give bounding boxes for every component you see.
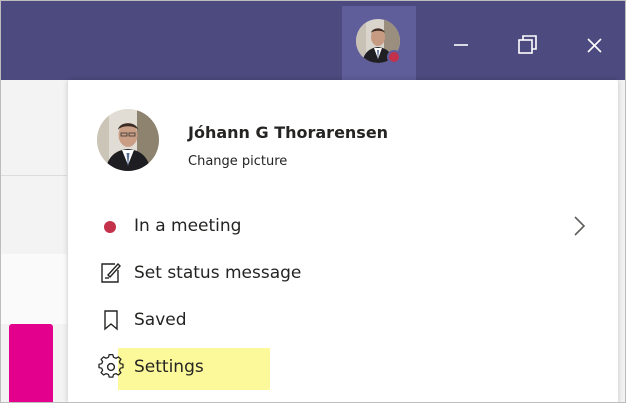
restore-button[interactable]	[497, 6, 557, 80]
app-window: Jóhann G Thorarensen Change picture In a…	[0, 0, 626, 403]
title-bar	[1, 1, 625, 80]
minimize-button[interactable]	[431, 6, 491, 80]
minimize-icon	[454, 44, 468, 46]
settings-label: Settings	[134, 357, 204, 377]
status-label: In a meeting	[134, 216, 242, 236]
profile-avatar-button[interactable]	[342, 6, 416, 80]
change-picture-link[interactable]: Change picture	[188, 154, 287, 169]
user-name: Jóhann G Thorarensen	[188, 123, 389, 142]
profile-avatar[interactable]	[97, 109, 159, 171]
background-row	[1, 254, 67, 324]
status-dot	[104, 221, 116, 233]
edit-note-icon	[101, 262, 121, 283]
presence-indicator	[387, 50, 401, 64]
close-button[interactable]	[564, 6, 624, 80]
set-status-message-item[interactable]: Set status message	[93, 256, 593, 290]
set-status-message-label: Set status message	[134, 263, 302, 283]
chevron-right-icon	[574, 216, 586, 236]
bookmark-icon	[104, 310, 118, 331]
accent-block	[9, 324, 53, 402]
saved-item[interactable]: Saved	[93, 303, 593, 337]
gear-icon	[98, 354, 124, 378]
status-menu-item[interactable]: In a meeting	[93, 209, 593, 243]
saved-label: Saved	[134, 310, 187, 330]
close-icon	[587, 38, 602, 53]
divider	[1, 175, 67, 176]
profile-menu: Jóhann G Thorarensen Change picture In a…	[68, 80, 618, 402]
settings-item[interactable]: Settings	[93, 350, 593, 384]
restore-icon	[518, 35, 537, 54]
